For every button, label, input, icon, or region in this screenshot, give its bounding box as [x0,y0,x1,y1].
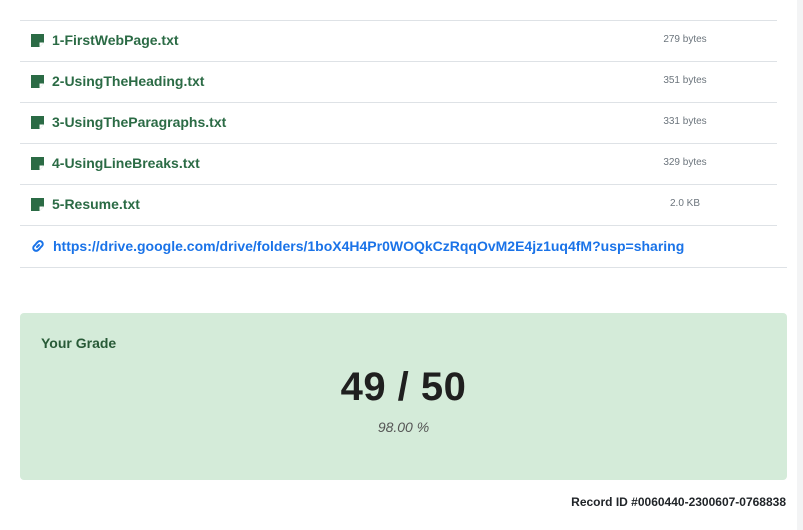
file-size: 2.0 KB [669,198,701,209]
file-text-icon [31,198,44,211]
link-icon [32,240,44,252]
file-text-icon [31,75,44,88]
file-text-icon [31,157,44,170]
scrollbar-track[interactable] [797,0,803,530]
grade-card: Your Grade 49 / 50 98.00 % [20,313,787,480]
grade-score: 49 / 50 [340,365,467,409]
file-link[interactable]: 1-FirstWebPage.txt [52,32,179,48]
file-link[interactable]: 5-Resume.txt [52,196,140,212]
file-row: 2-UsingTheHeading.txt 351 bytes [20,62,777,103]
file-size: 279 bytes [663,34,707,45]
file-link[interactable]: 2-UsingTheHeading.txt [52,73,204,89]
file-text-icon [31,116,44,129]
grade-heading: Your Grade [41,335,117,351]
file-size: 329 bytes [663,157,707,168]
file-row: 4-UsingLineBreaks.txt 329 bytes [20,144,777,185]
file-link[interactable]: 3-UsingTheParagraphs.txt [52,114,226,130]
file-row: 5-Resume.txt 2.0 KB [20,185,777,226]
file-list: 1-FirstWebPage.txt 279 bytes 2-UsingTheH… [20,20,777,226]
file-link[interactable]: 4-UsingLineBreaks.txt [52,155,200,171]
file-row: 3-UsingTheParagraphs.txt 331 bytes [20,103,777,144]
file-size: 351 bytes [663,75,707,86]
submission-page: 1-FirstWebPage.txt 279 bytes 2-UsingTheH… [0,0,803,530]
file-row: 1-FirstWebPage.txt 279 bytes [20,21,777,62]
drive-link-row: https://drive.google.com/drive/folders/1… [20,227,787,268]
grade-percent: 98.00 % [377,419,430,435]
drive-folder-link[interactable]: https://drive.google.com/drive/folders/1… [53,238,684,254]
file-text-icon [31,34,44,47]
record-id: Record ID #0060440-2300607-0768838 [571,495,786,509]
file-size: 331 bytes [663,116,707,127]
